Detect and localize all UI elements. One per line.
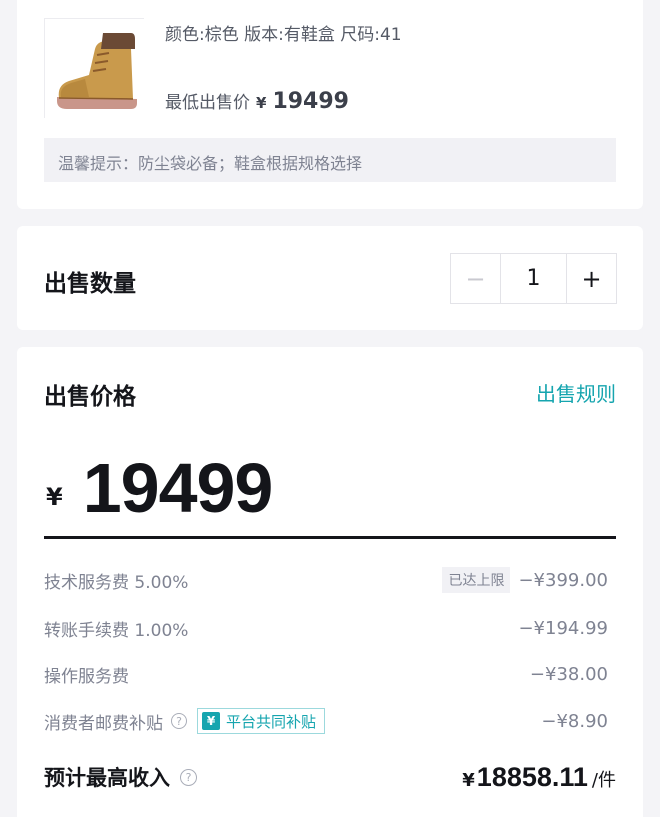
- quantity-stepper: − 1 +: [450, 253, 617, 304]
- fee-label: 消费者邮费补贴: [44, 713, 163, 734]
- quantity-card: 出售数量 − 1 +: [17, 226, 643, 330]
- price-value[interactable]: 19499: [83, 448, 274, 528]
- quantity-label: 出售数量: [44, 271, 136, 297]
- product-card: 颜色:棕色 版本:有鞋盒 尺码:41 最低出售价 ¥ 19499 温馨提示：防尘…: [17, 0, 643, 209]
- price-input[interactable]: ¥ 19499: [44, 439, 616, 539]
- fee-amount: −¥399.00: [518, 569, 608, 591]
- fee-label: 转账手续费 1.00%: [44, 620, 189, 641]
- platform-subsidy-badge: ¥ 平台共同补贴: [197, 708, 326, 734]
- income-amount: ¥ 18858.11 /件: [462, 762, 616, 793]
- expected-income-row: 预计最高收入 ? ¥ 18858.11 /件: [44, 759, 616, 795]
- sell-rules-link[interactable]: 出售规则: [536, 378, 616, 407]
- price-title: 出售价格: [44, 384, 136, 410]
- quantity-value[interactable]: 1: [501, 254, 566, 303]
- price-card: 出售价格 出售规则 ¥ 19499 技术服务费 5.00% 已达上限 −¥399…: [17, 347, 643, 817]
- fee-amount: −¥194.99: [518, 617, 608, 639]
- warm-tip: 温馨提示：防尘袋必备；鞋盒根据规格选择: [44, 138, 616, 182]
- fee-label: 技术服务费 5.00%: [44, 572, 189, 593]
- fee-amount: −¥8.90: [541, 710, 608, 732]
- income-currency: ¥: [462, 769, 475, 791]
- lowest-price-label: 最低出售价: [165, 93, 250, 113]
- decrease-button[interactable]: −: [451, 254, 501, 303]
- lowest-price-currency: ¥: [256, 94, 267, 112]
- income-value: 18858.11: [476, 761, 588, 792]
- product-spec: 颜色:棕色 版本:有鞋盒 尺码:41: [165, 25, 402, 45]
- question-icon[interactable]: ?: [171, 713, 187, 729]
- yen-icon: ¥: [202, 712, 220, 730]
- fee-row-shipping-subsidy: 消费者邮费补贴 ? ¥ 平台共同补贴 −¥8.90: [44, 707, 616, 735]
- fee-row-operation: 操作服务费 −¥38.00: [44, 660, 616, 688]
- question-icon[interactable]: ?: [180, 768, 197, 786]
- lowest-price-value: 19499: [272, 89, 349, 114]
- lowest-price: 最低出售价 ¥ 19499: [165, 88, 349, 114]
- income-unit: /件: [591, 769, 616, 791]
- income-label: 预计最高收入: [44, 766, 170, 790]
- fee-label: 操作服务费: [44, 666, 129, 687]
- fee-row-tech-service: 技术服务费 5.00% 已达上限 −¥399.00: [44, 566, 616, 594]
- price-currency: ¥: [46, 482, 63, 511]
- boot-icon: [45, 19, 145, 119]
- subsidy-badge-label: 平台共同补贴: [226, 712, 317, 731]
- fee-row-transfer: 转账手续费 1.00% −¥194.99: [44, 614, 616, 642]
- limit-reached-badge: 已达上限: [442, 567, 511, 593]
- product-thumbnail: [44, 18, 145, 119]
- fee-amount: −¥38.00: [529, 663, 608, 685]
- increase-button[interactable]: +: [566, 254, 616, 303]
